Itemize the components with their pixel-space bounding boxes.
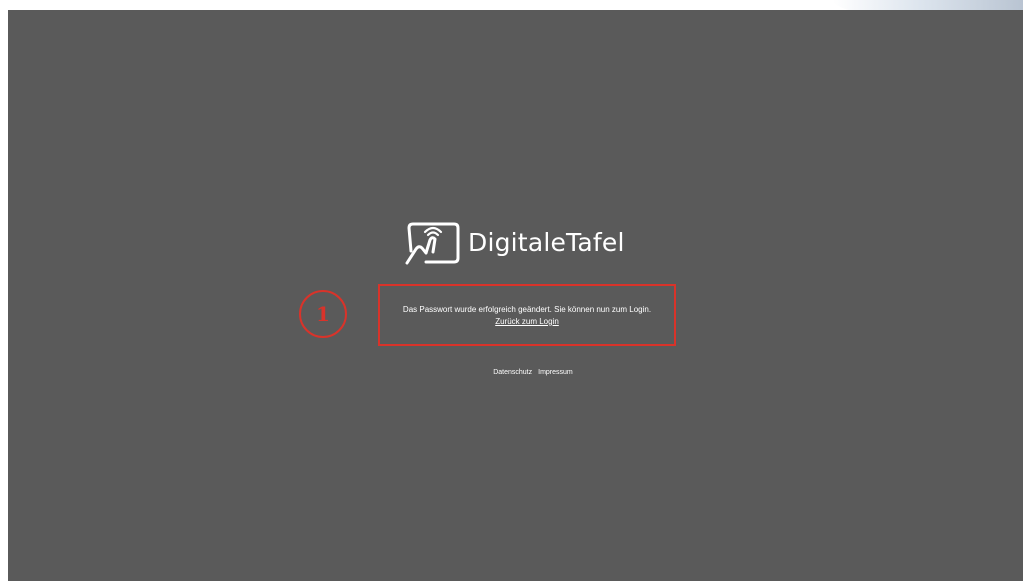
page-background: DigitaleTafel Das Passwort wurde erfolgr… (8, 10, 1023, 581)
logo-wordmark: DigitaleTafel (468, 228, 625, 257)
touch-screen-hand-icon (405, 222, 460, 265)
back-to-login-link[interactable]: Zurück zum Login (495, 316, 559, 327)
footer-link-datenschutz[interactable]: Datenschutz (493, 368, 532, 378)
password-changed-message: Das Passwort wurde erfolgreich geändert.… (378, 284, 676, 346)
success-message-text: Das Passwort wurde erfolgreich geändert.… (402, 304, 652, 314)
digitaletafel-logo: DigitaleTafel (404, 221, 625, 265)
footer-link-impressum[interactable]: Impressum (538, 368, 573, 378)
screenshot-frame: DigitaleTafel Das Passwort wurde erfolgr… (0, 0, 1023, 581)
footer-links: Datenschutz Impressum (8, 368, 1023, 378)
step-number: 1 (316, 302, 330, 326)
step-annotation-marker: 1 (299, 290, 347, 338)
